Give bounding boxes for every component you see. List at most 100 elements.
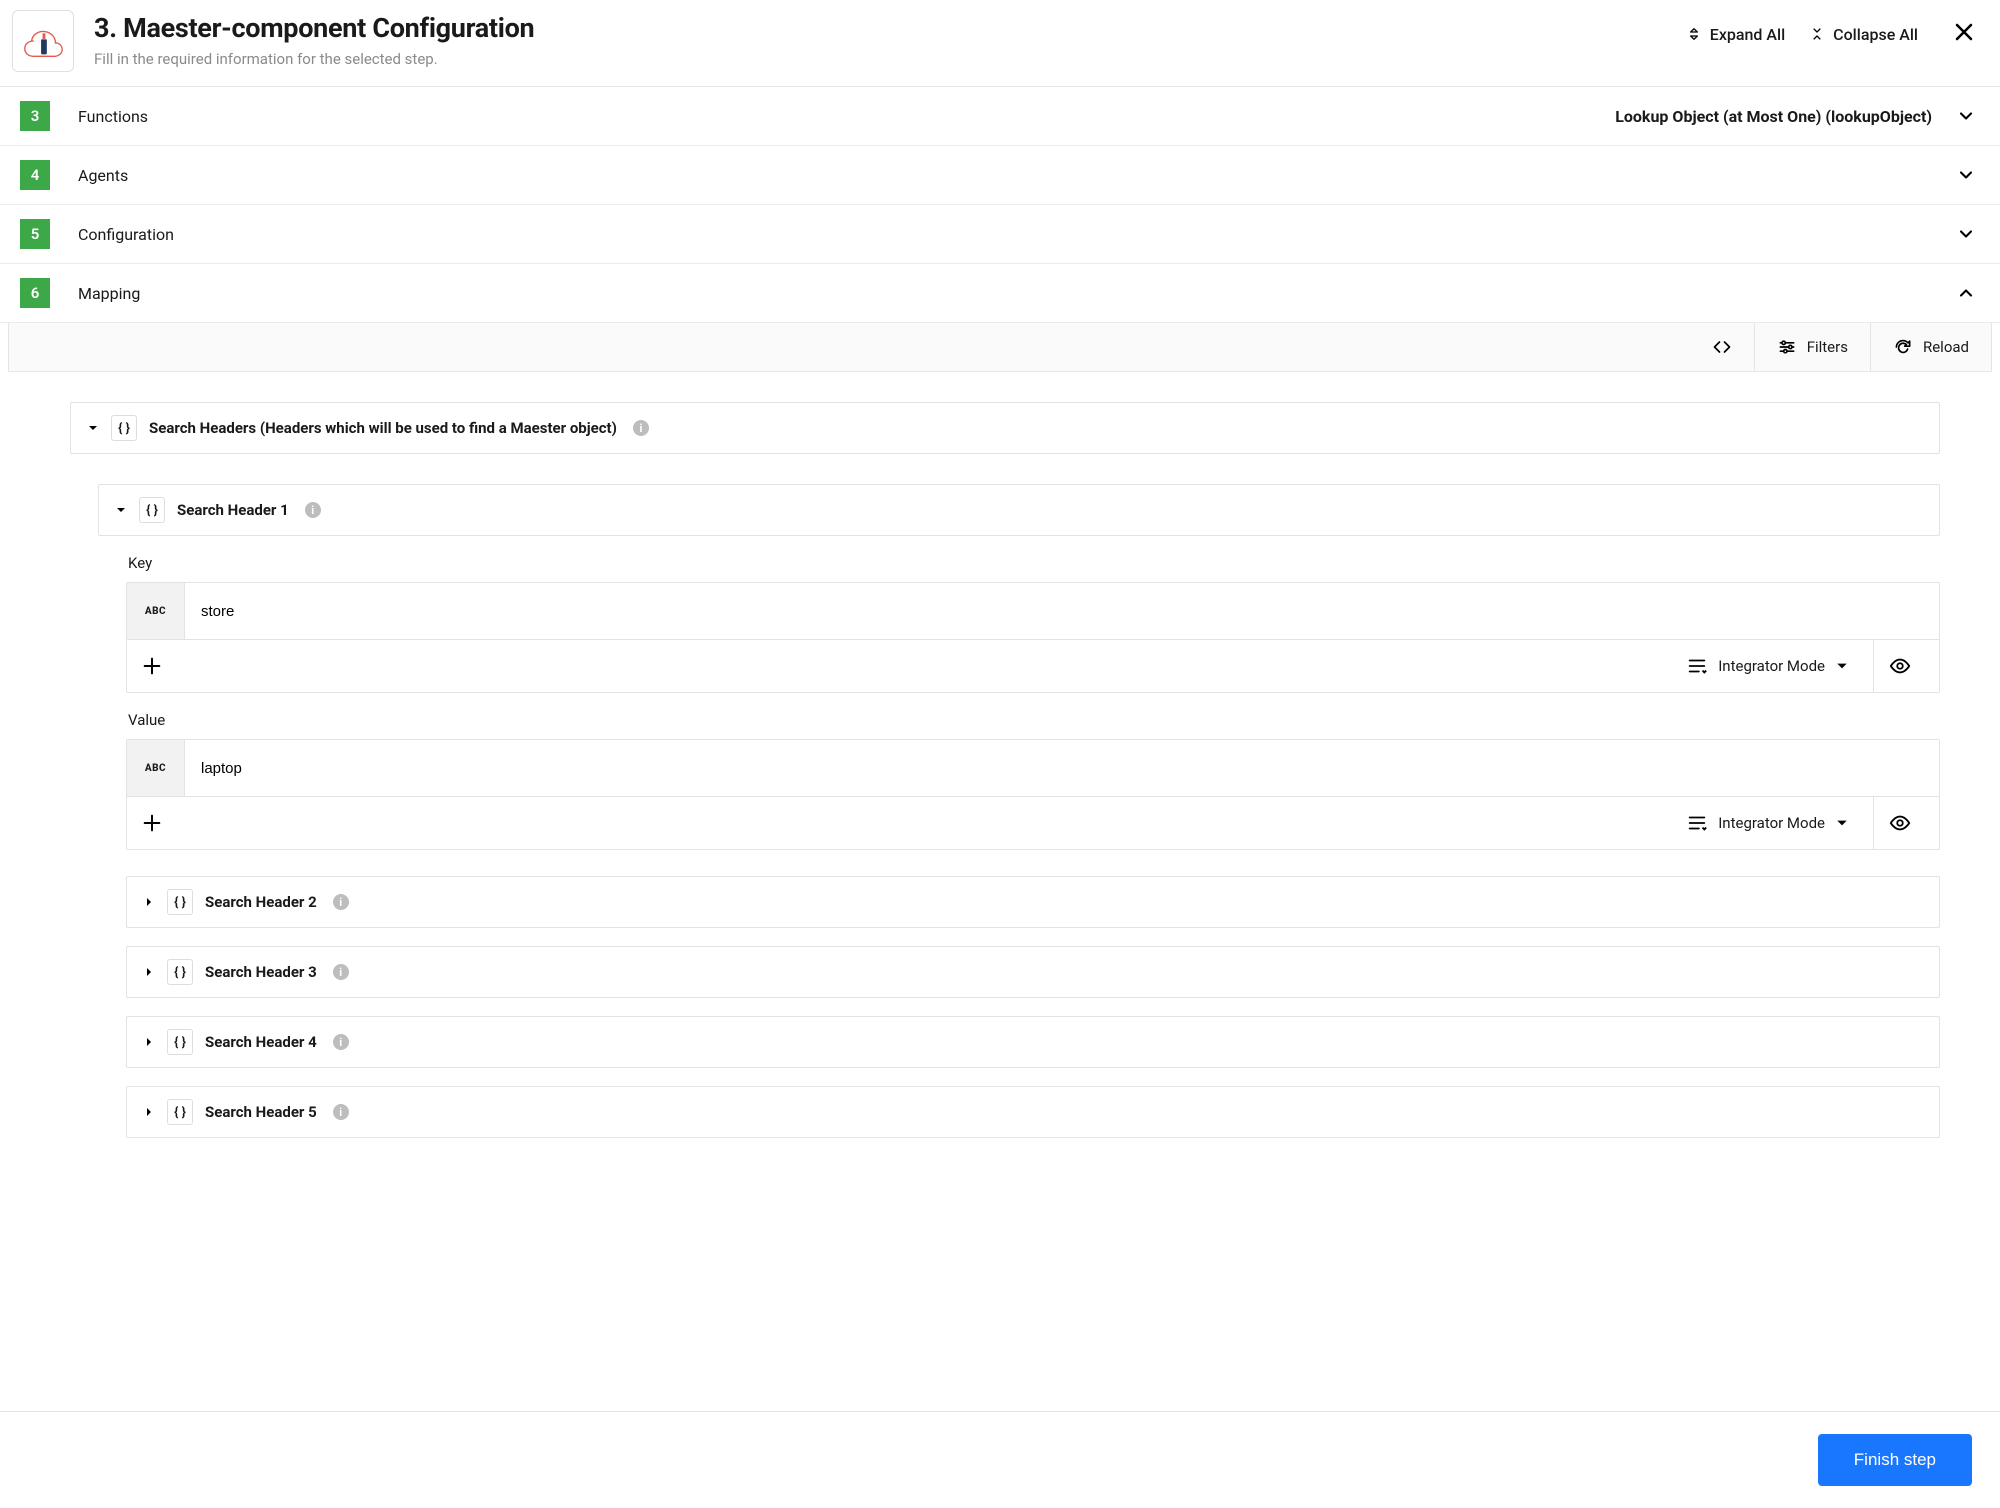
filters-button[interactable]: Filters bbox=[1754, 323, 1870, 371]
value-input[interactable] bbox=[185, 740, 1939, 796]
expand-all-label: Expand All bbox=[1710, 25, 1785, 44]
section-label: Functions bbox=[78, 107, 1615, 126]
search-headers-panel: { } Search Headers (Headers which will b… bbox=[70, 402, 1940, 454]
list-icon bbox=[1686, 655, 1708, 677]
search-header-4: { } Search Header 4 i bbox=[126, 1016, 1940, 1068]
reload-button[interactable]: Reload bbox=[1870, 323, 1991, 371]
page-subtitle: Fill in the required information for the… bbox=[94, 50, 1686, 68]
section-number-badge: 5 bbox=[20, 219, 50, 249]
info-icon[interactable]: i bbox=[333, 1104, 349, 1120]
caret-down-icon bbox=[87, 422, 99, 434]
search-header-2: { } Search Header 2 i bbox=[126, 876, 1940, 928]
caret-right-icon bbox=[143, 896, 155, 908]
mapping-body: { } Search Headers (Headers which will b… bbox=[0, 372, 2000, 1186]
list-icon bbox=[1686, 812, 1708, 834]
info-icon[interactable]: i bbox=[305, 502, 321, 518]
info-icon[interactable]: i bbox=[333, 964, 349, 980]
string-type-badge: ABC bbox=[127, 740, 185, 796]
search-header-2-header[interactable]: { } Search Header 2 i bbox=[127, 877, 1939, 927]
section-label: Agents bbox=[78, 166, 1956, 185]
search-headers-title: Search Headers (Headers which will be us… bbox=[149, 419, 617, 437]
caret-down-icon bbox=[115, 504, 127, 516]
close-icon bbox=[1952, 20, 1976, 44]
braces-icon: { } bbox=[139, 497, 165, 523]
chevron-up-icon bbox=[1956, 283, 1976, 303]
search-headers-header[interactable]: { } Search Headers (Headers which will b… bbox=[71, 403, 1939, 453]
reload-icon bbox=[1893, 337, 1913, 357]
chevron-down-icon bbox=[1956, 224, 1976, 244]
sliders-icon bbox=[1777, 337, 1797, 357]
preview-button[interactable] bbox=[1873, 640, 1925, 692]
search-header-5-title: Search Header 5 bbox=[205, 1103, 317, 1121]
expand-all-icon bbox=[1686, 26, 1702, 42]
chevron-down-icon bbox=[1956, 165, 1976, 185]
title-block: 3. Maester-component Configuration Fill … bbox=[94, 10, 1686, 68]
mapping-toolbar: Filters Reload bbox=[8, 323, 1992, 372]
search-header-3-header[interactable]: { } Search Header 3 i bbox=[127, 947, 1939, 997]
search-header-1-panel: { } Search Header 1 i Key ABC bbox=[70, 472, 1940, 1138]
collapse-all-button[interactable]: Collapse All bbox=[1809, 25, 1918, 44]
caret-down-icon bbox=[1835, 659, 1849, 673]
section-configuration[interactable]: 5 Configuration bbox=[0, 205, 2000, 264]
braces-icon: { } bbox=[111, 415, 137, 441]
braces-icon: { } bbox=[167, 959, 193, 985]
search-header-3: { } Search Header 3 i bbox=[126, 946, 1940, 998]
finish-step-button[interactable]: Finish step bbox=[1818, 1434, 1972, 1486]
mapping-mode-select[interactable]: Integrator Mode bbox=[1672, 812, 1863, 834]
reload-label: Reload bbox=[1923, 338, 1969, 356]
value-input-block: ABC Integrator Mode bbox=[126, 739, 1940, 850]
caret-right-icon bbox=[143, 1036, 155, 1048]
key-label: Key bbox=[128, 554, 1940, 572]
search-header-2-title: Search Header 2 bbox=[205, 893, 317, 911]
caret-down-icon bbox=[1835, 816, 1849, 830]
section-functions[interactable]: 3 Functions Lookup Object (at Most One) … bbox=[0, 87, 2000, 146]
close-button[interactable] bbox=[1952, 20, 1976, 48]
plus-icon bbox=[141, 812, 163, 834]
key-field-group: Key ABC Integrator Mode bbox=[126, 554, 1940, 850]
chevron-down-icon bbox=[1956, 106, 1976, 126]
section-mapping[interactable]: 6 Mapping bbox=[0, 264, 2000, 323]
mapping-mode-select[interactable]: Integrator Mode bbox=[1672, 655, 1863, 677]
section-agents[interactable]: 4 Agents bbox=[0, 146, 2000, 205]
section-number-badge: 3 bbox=[20, 101, 50, 131]
collapse-all-label: Collapse All bbox=[1833, 25, 1918, 44]
search-header-5: { } Search Header 5 i bbox=[126, 1086, 1940, 1138]
caret-right-icon bbox=[143, 1106, 155, 1118]
filters-label: Filters bbox=[1807, 338, 1848, 356]
footer: Finish step bbox=[0, 1411, 2000, 1508]
search-header-4-header[interactable]: { } Search Header 4 i bbox=[127, 1017, 1939, 1067]
section-label: Configuration bbox=[78, 225, 1956, 244]
section-summary: Lookup Object (at Most One) (lookupObjec… bbox=[1615, 107, 1932, 126]
plus-icon bbox=[141, 655, 163, 677]
section-number-badge: 6 bbox=[20, 278, 50, 308]
component-logo bbox=[12, 10, 74, 72]
braces-icon: { } bbox=[167, 1029, 193, 1055]
preview-button[interactable] bbox=[1873, 797, 1925, 849]
mode-label: Integrator Mode bbox=[1718, 657, 1825, 675]
page-header: 3. Maester-component Configuration Fill … bbox=[0, 0, 2000, 87]
expand-all-button[interactable]: Expand All bbox=[1686, 25, 1785, 44]
key-input[interactable] bbox=[185, 583, 1939, 639]
eye-icon bbox=[1889, 812, 1911, 834]
code-icon bbox=[1712, 337, 1732, 357]
braces-icon: { } bbox=[167, 889, 193, 915]
eye-icon bbox=[1889, 655, 1911, 677]
mode-label: Integrator Mode bbox=[1718, 814, 1825, 832]
header-actions: Expand All Collapse All bbox=[1686, 10, 1976, 48]
info-icon[interactable]: i bbox=[333, 1034, 349, 1050]
search-header-1-title: Search Header 1 bbox=[177, 501, 289, 519]
search-header-3-title: Search Header 3 bbox=[205, 963, 317, 981]
braces-icon: { } bbox=[167, 1099, 193, 1125]
section-label: Mapping bbox=[78, 284, 1956, 303]
search-header-5-header[interactable]: { } Search Header 5 i bbox=[127, 1087, 1939, 1137]
collapse-all-icon bbox=[1809, 26, 1825, 42]
value-label: Value bbox=[128, 711, 1940, 729]
code-view-button[interactable] bbox=[1690, 323, 1754, 371]
info-icon[interactable]: i bbox=[633, 420, 649, 436]
caret-right-icon bbox=[143, 966, 155, 978]
add-button[interactable] bbox=[141, 812, 163, 834]
add-button[interactable] bbox=[141, 655, 163, 677]
search-header-1-header[interactable]: { } Search Header 1 i bbox=[99, 485, 1939, 535]
key-input-block: ABC Integrator Mode bbox=[126, 582, 1940, 693]
info-icon[interactable]: i bbox=[333, 894, 349, 910]
